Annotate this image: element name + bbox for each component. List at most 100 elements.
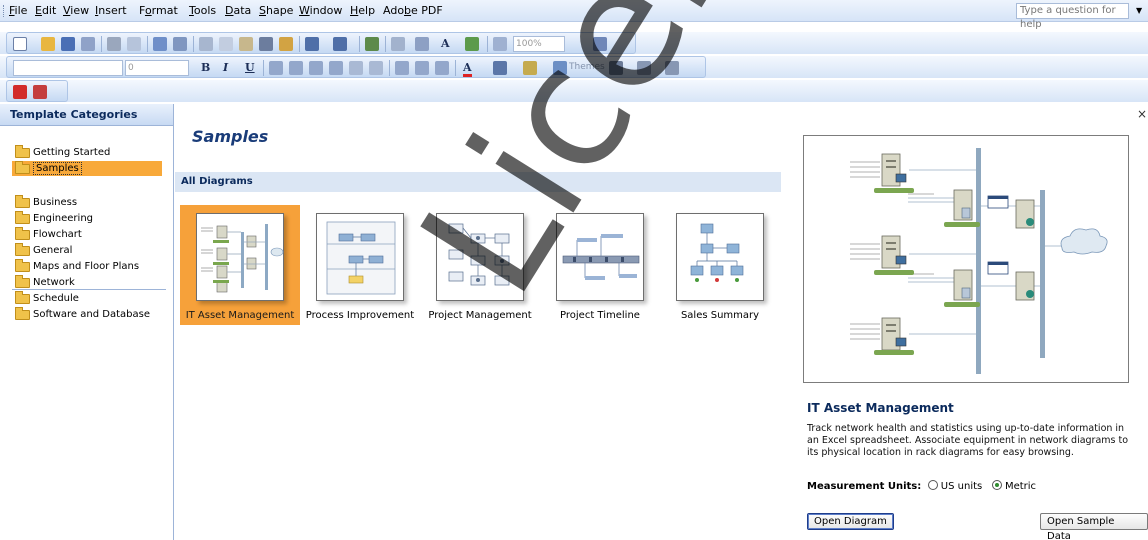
decrease-indent-icon[interactable] bbox=[415, 61, 429, 75]
line-weight-icon[interactable] bbox=[609, 61, 623, 75]
menu-insert[interactable]: Insert bbox=[95, 4, 127, 17]
help-search-input[interactable]: Type a question for help bbox=[1016, 3, 1129, 30]
undo-icon[interactable] bbox=[305, 37, 319, 51]
font-size-combo[interactable]: 0 bbox=[125, 60, 189, 76]
metric-label[interactable]: Metric bbox=[1005, 481, 1036, 492]
text-tool-icon[interactable]: A bbox=[441, 37, 450, 50]
template-thumbnail bbox=[316, 213, 404, 301]
category-engineering[interactable]: Engineering bbox=[12, 211, 93, 226]
fill-color-icon[interactable] bbox=[523, 61, 537, 75]
font-color-icon[interactable]: A bbox=[463, 61, 472, 77]
us-units-radio[interactable] bbox=[927, 480, 938, 490]
line-pattern-icon[interactable] bbox=[637, 61, 651, 75]
bullets-icon[interactable] bbox=[395, 61, 409, 75]
open-icon[interactable] bbox=[41, 37, 55, 51]
help-icon[interactable] bbox=[593, 37, 607, 51]
stencils-icon[interactable] bbox=[465, 37, 479, 51]
font-name-combo[interactable] bbox=[13, 60, 123, 76]
menu-help[interactable]: Help bbox=[350, 4, 375, 17]
zoom-combo[interactable]: 100% bbox=[513, 36, 565, 52]
page-title: Samples bbox=[192, 127, 269, 146]
delete-icon[interactable] bbox=[259, 37, 273, 51]
category-software-database[interactable]: Software and Database bbox=[12, 307, 150, 322]
research-icon[interactable] bbox=[173, 37, 187, 51]
connector-tool-icon[interactable] bbox=[415, 37, 429, 51]
menu-tools[interactable]: Tools bbox=[189, 4, 216, 17]
folder-icon bbox=[15, 227, 30, 240]
template-tile-it-asset-management[interactable]: IT Asset Management bbox=[180, 205, 300, 325]
spelling-icon[interactable] bbox=[153, 37, 167, 51]
save-icon[interactable] bbox=[61, 37, 75, 51]
menu-edit[interactable]: Edit bbox=[35, 4, 56, 17]
format-painter-icon[interactable] bbox=[279, 37, 293, 51]
category-getting-started[interactable]: Getting Started bbox=[12, 145, 110, 160]
increase-indent-icon[interactable] bbox=[435, 61, 449, 75]
template-tile-project-timeline[interactable]: Project Timeline bbox=[540, 205, 660, 325]
menu-data[interactable]: Data bbox=[225, 4, 251, 17]
help-dropdown-icon[interactable]: ▼ bbox=[1136, 6, 1142, 15]
permission-icon[interactable] bbox=[81, 37, 95, 51]
pdf-email-icon[interactable] bbox=[33, 85, 47, 99]
italic-icon[interactable]: I bbox=[223, 61, 228, 74]
category-general[interactable]: General bbox=[12, 243, 72, 258]
menu-file[interactable]: File bbox=[9, 4, 27, 17]
folder-icon bbox=[15, 275, 30, 288]
redo-icon[interactable] bbox=[333, 37, 347, 51]
menu-window[interactable]: Window bbox=[299, 4, 342, 17]
folder-icon bbox=[15, 211, 30, 224]
separator bbox=[101, 36, 102, 52]
metric-radio[interactable] bbox=[991, 480, 1002, 490]
theme-icon[interactable] bbox=[553, 61, 567, 75]
rtl-icon[interactable] bbox=[369, 61, 383, 75]
category-samples[interactable]: Samples bbox=[12, 161, 162, 176]
template-tile-sales-summary[interactable]: Sales Summary bbox=[660, 205, 780, 325]
measurement-units-group: Measurement Units: US units Metric bbox=[807, 480, 1036, 492]
separator bbox=[389, 60, 390, 76]
line-color-icon[interactable] bbox=[493, 61, 507, 75]
template-tile-process-improvement[interactable]: Process Improvement bbox=[300, 205, 420, 325]
new-icon[interactable] bbox=[13, 37, 27, 51]
pan-zoom-icon[interactable] bbox=[493, 37, 507, 51]
category-flowchart[interactable]: Flowchart bbox=[12, 227, 82, 242]
justify-icon[interactable] bbox=[329, 61, 343, 75]
open-diagram-button[interactable]: Open Diagram bbox=[807, 513, 894, 530]
menu-adobe-pdf[interactable]: Adobe PDF bbox=[383, 4, 443, 17]
cut-icon[interactable] bbox=[199, 37, 213, 51]
template-tile-label: Process Improvement bbox=[305, 310, 415, 321]
bold-icon[interactable]: B bbox=[201, 61, 210, 74]
ltr-icon[interactable] bbox=[349, 61, 363, 75]
print-preview-icon[interactable] bbox=[127, 37, 141, 51]
folder-icon bbox=[15, 291, 30, 304]
separator bbox=[299, 36, 300, 52]
print-icon[interactable] bbox=[107, 37, 121, 51]
pointer-tool-icon[interactable] bbox=[391, 37, 405, 51]
menu-bar: File Edit View Insert Format Tools Data … bbox=[0, 0, 1148, 30]
section-header-all-diagrams: All Diagrams bbox=[175, 172, 781, 192]
menu-shape[interactable]: Shape bbox=[259, 4, 293, 17]
align-right-icon[interactable] bbox=[309, 61, 323, 75]
adobe-toolbar bbox=[0, 80, 1148, 102]
category-maps-floor-plans[interactable]: Maps and Floor Plans bbox=[12, 259, 139, 274]
menu-format[interactable]: Format bbox=[139, 4, 178, 17]
template-tile-project-management[interactable]: Project Management bbox=[420, 205, 540, 325]
folder-icon bbox=[15, 307, 30, 320]
menu-view[interactable]: View bbox=[63, 4, 89, 17]
convert-to-pdf-icon[interactable] bbox=[13, 85, 27, 99]
close-icon[interactable]: × bbox=[1137, 107, 1147, 121]
category-network[interactable]: Network bbox=[12, 275, 75, 290]
themes-label[interactable]: Themes bbox=[569, 62, 605, 72]
category-schedule[interactable]: Schedule bbox=[12, 291, 79, 306]
copy-icon[interactable] bbox=[219, 37, 233, 51]
open-sample-data-button[interactable]: Open Sample Data bbox=[1040, 513, 1148, 540]
align-center-icon[interactable] bbox=[289, 61, 303, 75]
template-tile-label: IT Asset Management bbox=[185, 310, 295, 321]
menu-grip[interactable] bbox=[3, 5, 5, 17]
shapes-icon[interactable] bbox=[365, 37, 379, 51]
align-left-icon[interactable] bbox=[269, 61, 283, 75]
us-units-label[interactable]: US units bbox=[941, 481, 982, 492]
paste-icon[interactable] bbox=[239, 37, 253, 51]
line-ends-icon[interactable] bbox=[665, 61, 679, 75]
category-business[interactable]: Business bbox=[12, 195, 77, 210]
template-title: IT Asset Management bbox=[807, 401, 954, 415]
underline-icon[interactable]: U bbox=[245, 61, 255, 74]
